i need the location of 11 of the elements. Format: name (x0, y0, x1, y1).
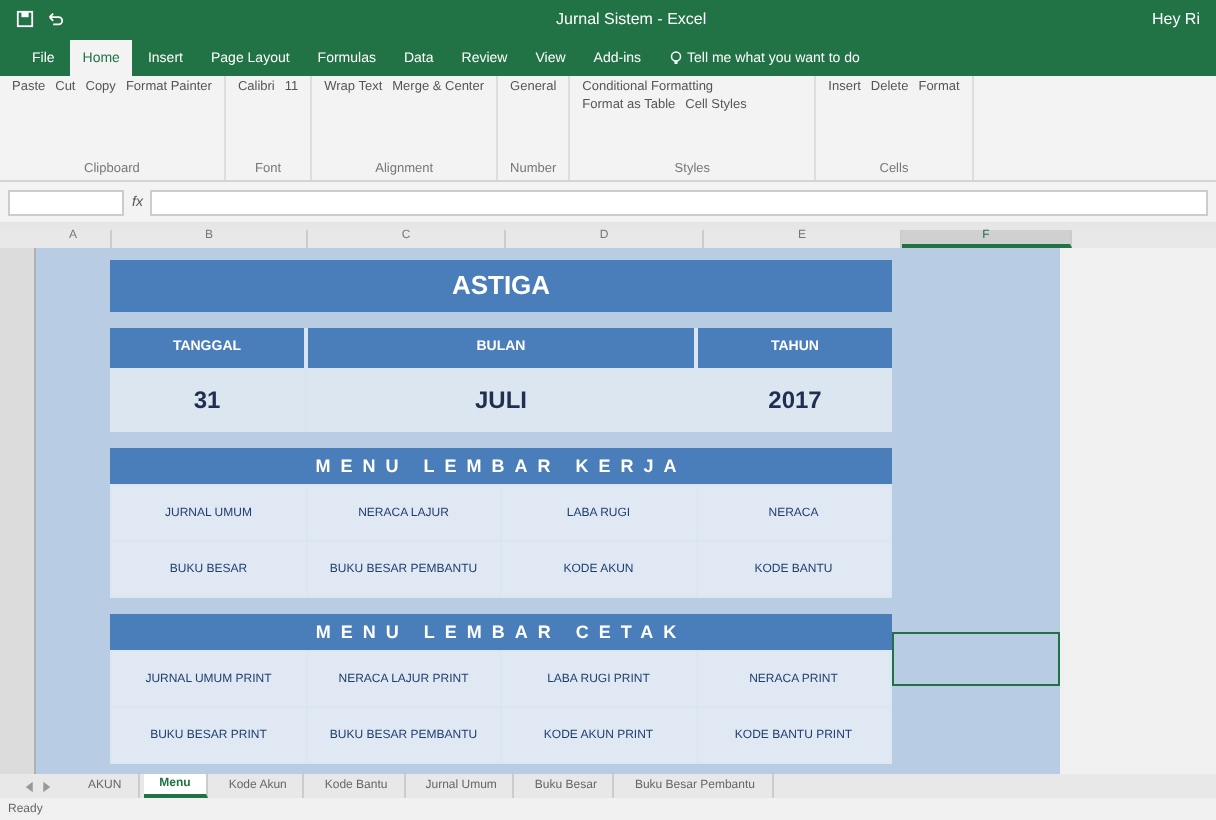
undo-icon[interactable] (46, 9, 64, 27)
save-icon[interactable] (16, 9, 34, 27)
section-title: MENU LEMBAR KERJA (110, 448, 892, 484)
lightbulb-icon (669, 50, 682, 66)
dashboard-title: ASTIGA (110, 260, 892, 312)
section-title: MENU LEMBAR CETAK (110, 614, 892, 650)
formula-input[interactable] (150, 189, 1208, 215)
user-name[interactable]: Hey Ri (1151, 9, 1200, 27)
window-title: Jurnal Sistem - Excel (556, 9, 707, 27)
sheet-nav-icon[interactable] (24, 779, 52, 793)
selected-cell[interactable] (892, 632, 1060, 686)
